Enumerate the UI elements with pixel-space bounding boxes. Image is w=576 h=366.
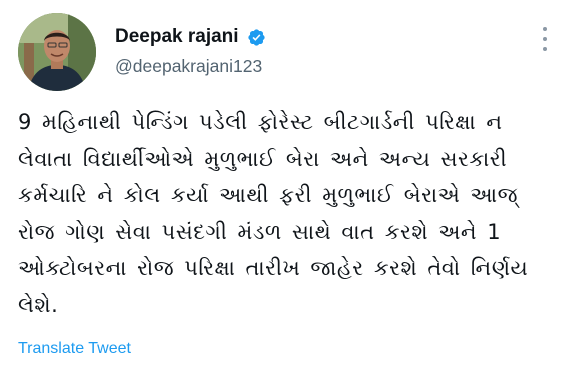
verified-badge-icon bbox=[247, 28, 266, 47]
tweet-card: Deepak rajani @deepakrajani123 9 મહિનાથી… bbox=[0, 0, 576, 366]
profile-photo bbox=[18, 13, 96, 91]
more-dot bbox=[543, 27, 547, 31]
translate-tweet-link[interactable]: Translate Tweet bbox=[18, 340, 131, 358]
author-name-row: Deepak rajani bbox=[115, 26, 266, 48]
author-display-name[interactable]: Deepak rajani bbox=[115, 26, 239, 48]
tweet-text: 9 મહિનાથી પેન્ડિંગ પડેલી ફોરેસ્ટ બીટગાર્… bbox=[18, 110, 529, 317]
more-dot bbox=[543, 47, 547, 51]
more-dot bbox=[543, 37, 547, 41]
more-vertical-icon[interactable] bbox=[537, 27, 553, 51]
avatar[interactable] bbox=[18, 13, 96, 91]
author-handle[interactable]: @deepakrajani123 bbox=[115, 56, 262, 77]
